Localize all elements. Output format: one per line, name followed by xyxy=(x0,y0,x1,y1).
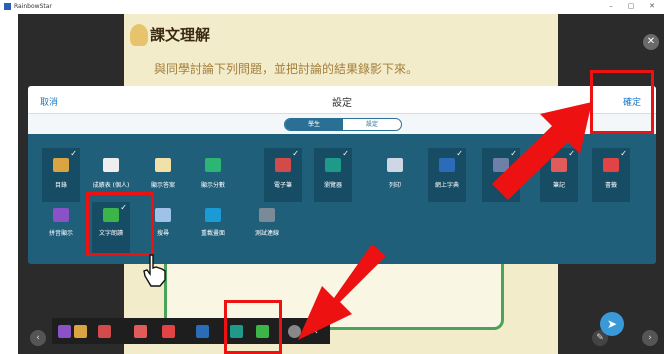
checkmark-icon: ✓ xyxy=(620,149,627,158)
dictionary-icon xyxy=(439,158,455,172)
toolbar-dictionary-icon[interactable] xyxy=(196,325,209,338)
segmented-control: 學生 設定 xyxy=(284,118,402,131)
search-icon xyxy=(155,208,171,222)
close-overlay-icon[interactable]: ✕ xyxy=(643,34,659,50)
tool-tile-pinyin[interactable]: 拼音顯示 xyxy=(42,202,80,256)
tool-label: 電子筆 xyxy=(273,182,292,189)
tool-label: 目錄 xyxy=(54,182,67,189)
tool-tile-printer[interactable]: 列印 xyxy=(376,148,414,202)
tool-label: 網上字典 xyxy=(434,182,459,189)
confirm-highlight-box xyxy=(590,70,654,134)
lamp-icon xyxy=(130,24,148,46)
send-button[interactable]: ➤ xyxy=(600,312,624,336)
tool-tile-globe[interactable]: ✓ 瀏覽器 xyxy=(314,148,352,202)
tts-highlight-box xyxy=(86,192,154,256)
lesson-title: 課文理解 xyxy=(150,26,211,44)
next-page-button[interactable]: › xyxy=(642,330,658,346)
toolbar-list-icon[interactable] xyxy=(74,325,87,338)
signal-icon xyxy=(259,208,275,222)
minimize-button[interactable]: – xyxy=(604,2,618,10)
checkmark-icon: ✓ xyxy=(342,149,349,158)
pen-icon xyxy=(275,158,291,172)
title-bar: RainbowStar – ▢ ✕ xyxy=(0,0,664,14)
toolbar-pinyin-icon[interactable] xyxy=(58,325,71,338)
arrow-to-confirm-icon xyxy=(492,102,592,200)
tool-label: 顯示答案 xyxy=(150,182,175,189)
tool-label: 顯示分數 xyxy=(200,182,225,189)
tool-label: 拼音顯示 xyxy=(48,230,73,237)
printer-icon xyxy=(387,158,403,172)
bottom-toolbar: ✕ xyxy=(52,318,330,344)
tool-label: 瀏覽器 xyxy=(323,182,342,189)
tool-tile-reload[interactable]: 重載畫面 xyxy=(194,202,232,256)
tool-tile-dictionary[interactable]: ✓ 網上字典 xyxy=(428,148,466,202)
list-icon xyxy=(53,158,69,172)
tool-tile-signal[interactable]: 測試連線 xyxy=(248,202,286,256)
scorecard-icon xyxy=(103,158,119,172)
close-window-button[interactable]: ✕ xyxy=(645,2,659,10)
tool-label: 測試連線 xyxy=(254,230,279,237)
bookmark-icon xyxy=(603,158,619,172)
score-icon xyxy=(205,158,221,172)
pinyin-icon xyxy=(53,208,69,222)
answer-icon xyxy=(155,158,171,172)
toolbar-note-icon[interactable] xyxy=(134,325,147,338)
arrow-to-toolbar-icon xyxy=(298,246,386,340)
lesson-subtitle: 與同學討論下列問題，並把討論的結果錄影下來。 xyxy=(154,62,419,76)
tool-tile-score[interactable]: 顯示分數 xyxy=(194,148,232,202)
prev-page-button[interactable]: ‹ xyxy=(30,330,46,346)
tool-tile-list[interactable]: ✓ 目錄 xyxy=(42,148,80,202)
toolbar-highlight-box xyxy=(224,300,282,354)
checkmark-icon: ✓ xyxy=(70,149,77,158)
checkmark-icon: ✓ xyxy=(292,149,299,158)
tab-student[interactable]: 學生 xyxy=(285,119,343,130)
hand-cursor-icon xyxy=(143,254,166,287)
tab-settings[interactable]: 設定 xyxy=(343,119,401,130)
app-title: RainbowStar xyxy=(14,3,52,10)
app-window: RainbowStar – ▢ ✕ 課文理解 與同學討論下列問題，並把討論的結果… xyxy=(0,0,664,354)
tool-tile-pen[interactable]: ✓ 電子筆 xyxy=(264,148,302,202)
checkmark-icon: ✓ xyxy=(456,149,463,158)
toolbar-bookmark-icon[interactable] xyxy=(162,325,175,338)
globe-icon xyxy=(325,158,341,172)
maximize-button[interactable]: ▢ xyxy=(624,2,638,10)
tool-label: 列印 xyxy=(388,182,401,189)
tool-label: 重載畫面 xyxy=(200,230,225,237)
toolbar-pen-icon[interactable] xyxy=(98,325,111,338)
tool-label: 成績表 (個人) xyxy=(92,182,130,189)
reload-icon xyxy=(205,208,221,222)
app-logo-icon xyxy=(4,3,11,10)
